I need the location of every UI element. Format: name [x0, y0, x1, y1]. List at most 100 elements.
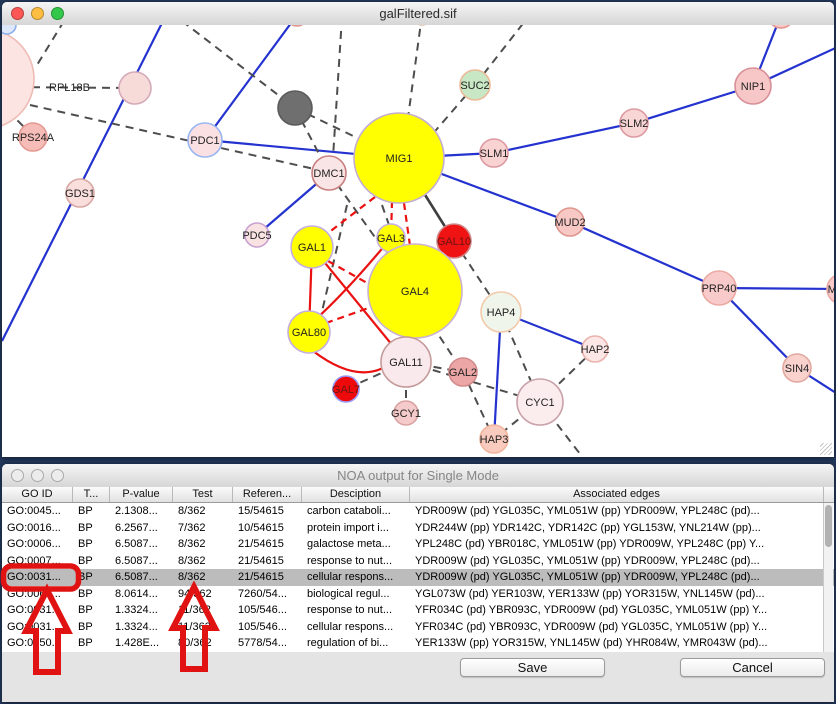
save-button[interactable]: Save [460, 658, 605, 677]
table-cell: GO:0031... [2, 619, 73, 636]
table-cell: 11/362 [173, 602, 233, 619]
network-canvas[interactable]: RPS24AGDS1PDC1MIG1DMC1SLM1SUC2SLM2NIP1MU… [2, 25, 834, 457]
graph-node-label-gcy1: GCY1 [391, 408, 421, 420]
table-cell: YDR009W (pd) YGL035C, YML051W (pp) YDR00… [410, 503, 824, 520]
table-cell: 11/362 [173, 619, 233, 636]
table-row[interactable]: GO:0050...BP1.428E...80/3625778/54...reg… [2, 635, 834, 652]
graph-node-top-pink-2[interactable] [768, 25, 794, 28]
close-button[interactable] [11, 469, 24, 482]
graph-node-label-hap3: HAP3 [480, 434, 509, 446]
table-cell: biological regul... [302, 586, 410, 603]
table-cell: 7/362 [173, 520, 233, 537]
cancel-button[interactable]: Cancel [680, 658, 825, 677]
graph-node-label-gal3: GAL3 [377, 233, 405, 245]
table-scrollbar[interactable] [823, 503, 833, 652]
table-row[interactable]: GO:0065...BP8.0614...94/3627260/54...bio… [2, 586, 834, 603]
graph-node-gray-node[interactable] [278, 91, 312, 125]
table-cell: BP [73, 619, 110, 636]
minimize-button[interactable] [31, 7, 44, 20]
table-cell: BP [73, 586, 110, 603]
network-window-titlebar[interactable]: galFiltered.sif [2, 2, 834, 26]
table-cell: 105/546... [233, 602, 302, 619]
table-cell: 80/362 [173, 635, 233, 652]
table-cell: 6.5087... [110, 536, 173, 553]
noa-output-window: NOA output for Single Mode GO IDT...P-va… [2, 464, 834, 702]
results-table-body: GO:0045...BP2.1308...8/36215/54615carbon… [2, 503, 834, 652]
graph-node-label-gal2: GAL2 [449, 367, 477, 379]
column-header-6[interactable]: Associated edges [410, 487, 824, 502]
table-row[interactable]: GO:0031...BP1.3324...11/362105/546...res… [2, 602, 834, 619]
table-cell: BP [73, 569, 110, 586]
graph-node-label-gds1: GDS1 [65, 188, 95, 200]
table-cell: GO:0031... [2, 602, 73, 619]
graph-node-label-slm2: SLM2 [620, 118, 649, 130]
table-row[interactable]: GO:0031...BP6.5087...8/36221/54615cellul… [2, 569, 834, 586]
table-cell: GO:0006... [2, 536, 73, 553]
graph-edge-blue [570, 222, 719, 288]
table-row[interactable]: GO:0007...BP6.5087...8/36221/54615respon… [2, 553, 834, 570]
graph-edge-gray-dashed [332, 25, 342, 173]
column-header-2[interactable]: P-value [110, 487, 173, 502]
graph-node-label-gal1: GAL1 [298, 242, 326, 254]
column-header-1[interactable]: T... [73, 487, 110, 502]
table-cell: GO:0045... [2, 503, 73, 520]
graph-node-label-sin4: SIN4 [785, 363, 809, 375]
graph-node-rpl18b-node[interactable] [119, 72, 151, 104]
table-row[interactable]: GO:0006...BP6.5087...8/36221/54615galact… [2, 536, 834, 553]
graph-edge-red-solid [313, 351, 383, 372]
minimize-button[interactable] [31, 469, 44, 482]
table-cell: YDR009W (pd) YGL035C, YML051W (pp) YDR00… [410, 553, 824, 570]
graph-node-label-hap4: HAP4 [487, 307, 516, 319]
resize-grip[interactable] [820, 443, 832, 455]
network-window-title: galFiltered.sif [2, 2, 834, 25]
table-scrollbar-thumb[interactable] [825, 505, 832, 547]
graph-node-label-gal7: GAL7 [332, 384, 360, 396]
graph-node-label-gal80: GAL80 [292, 327, 326, 339]
table-row[interactable]: GO:0016...BP6.2567...7/36210/54615protei… [2, 520, 834, 537]
graph-node-label-pdc5: PDC5 [242, 230, 271, 242]
zoom-button[interactable] [51, 7, 64, 20]
graph-node-label-cyc1: CYC1 [525, 397, 554, 409]
table-cell: 5778/54... [233, 635, 302, 652]
graph-floating-label-0: RPL18B [49, 82, 90, 94]
table-cell: 1.3324... [110, 619, 173, 636]
noa-window-titlebar[interactable]: NOA output for Single Mode [2, 464, 834, 488]
graph-edge-blue [205, 25, 297, 140]
graph-node-label-pdc1: PDC1 [190, 135, 219, 147]
table-cell: 21/54615 [233, 553, 302, 570]
traffic-lights-inactive [11, 464, 64, 487]
table-cell: BP [73, 553, 110, 570]
table-cell: regulation of bi... [302, 635, 410, 652]
close-button[interactable] [11, 7, 24, 20]
table-cell: protein import i... [302, 520, 410, 537]
zoom-button[interactable] [51, 469, 64, 482]
table-cell: response to nut... [302, 602, 410, 619]
column-header-5[interactable]: Desciption [302, 487, 410, 502]
column-header-4[interactable]: Referen... [233, 487, 302, 502]
column-header-0[interactable]: GO ID [2, 487, 73, 502]
graph-node-tiny-topleft[interactable] [2, 25, 16, 34]
traffic-lights [11, 2, 64, 25]
graph-node-label-dmc1: DMC1 [313, 168, 344, 180]
graph-node-big-topleft[interactable] [2, 29, 34, 129]
table-cell: 8.0614... [110, 586, 173, 603]
table-cell: BP [73, 520, 110, 537]
table-cell: BP [73, 503, 110, 520]
graph-node-label-rps24a: RPS24A [12, 132, 55, 144]
table-row[interactable]: GO:0045...BP2.1308...8/36215/54615carbon… [2, 503, 834, 520]
table-cell: 8/362 [173, 569, 233, 586]
table-cell: GO:0016... [2, 520, 73, 537]
table-cell: 8/362 [173, 553, 233, 570]
network-canvas-svg: RPS24AGDS1PDC1MIG1DMC1SLM1SUC2SLM2NIP1MU… [2, 25, 834, 457]
table-cell: 21/54615 [233, 569, 302, 586]
table-cell: 105/546... [233, 619, 302, 636]
table-cell: 21/54615 [233, 536, 302, 553]
column-header-3[interactable]: Test [173, 487, 233, 502]
graph-node-label-prp40: PRP40 [702, 283, 737, 295]
table-cell: 6.2567... [110, 520, 173, 537]
table-cell: YFR034C (pd) YBR093C, YDR009W (pd) YGL03… [410, 602, 824, 619]
table-cell: galactose meta... [302, 536, 410, 553]
table-row[interactable]: GO:0031...BP1.3324...11/362105/546...cel… [2, 619, 834, 636]
graph-node-label-gal10: GAL10 [437, 236, 471, 248]
table-cell: 1.3324... [110, 602, 173, 619]
